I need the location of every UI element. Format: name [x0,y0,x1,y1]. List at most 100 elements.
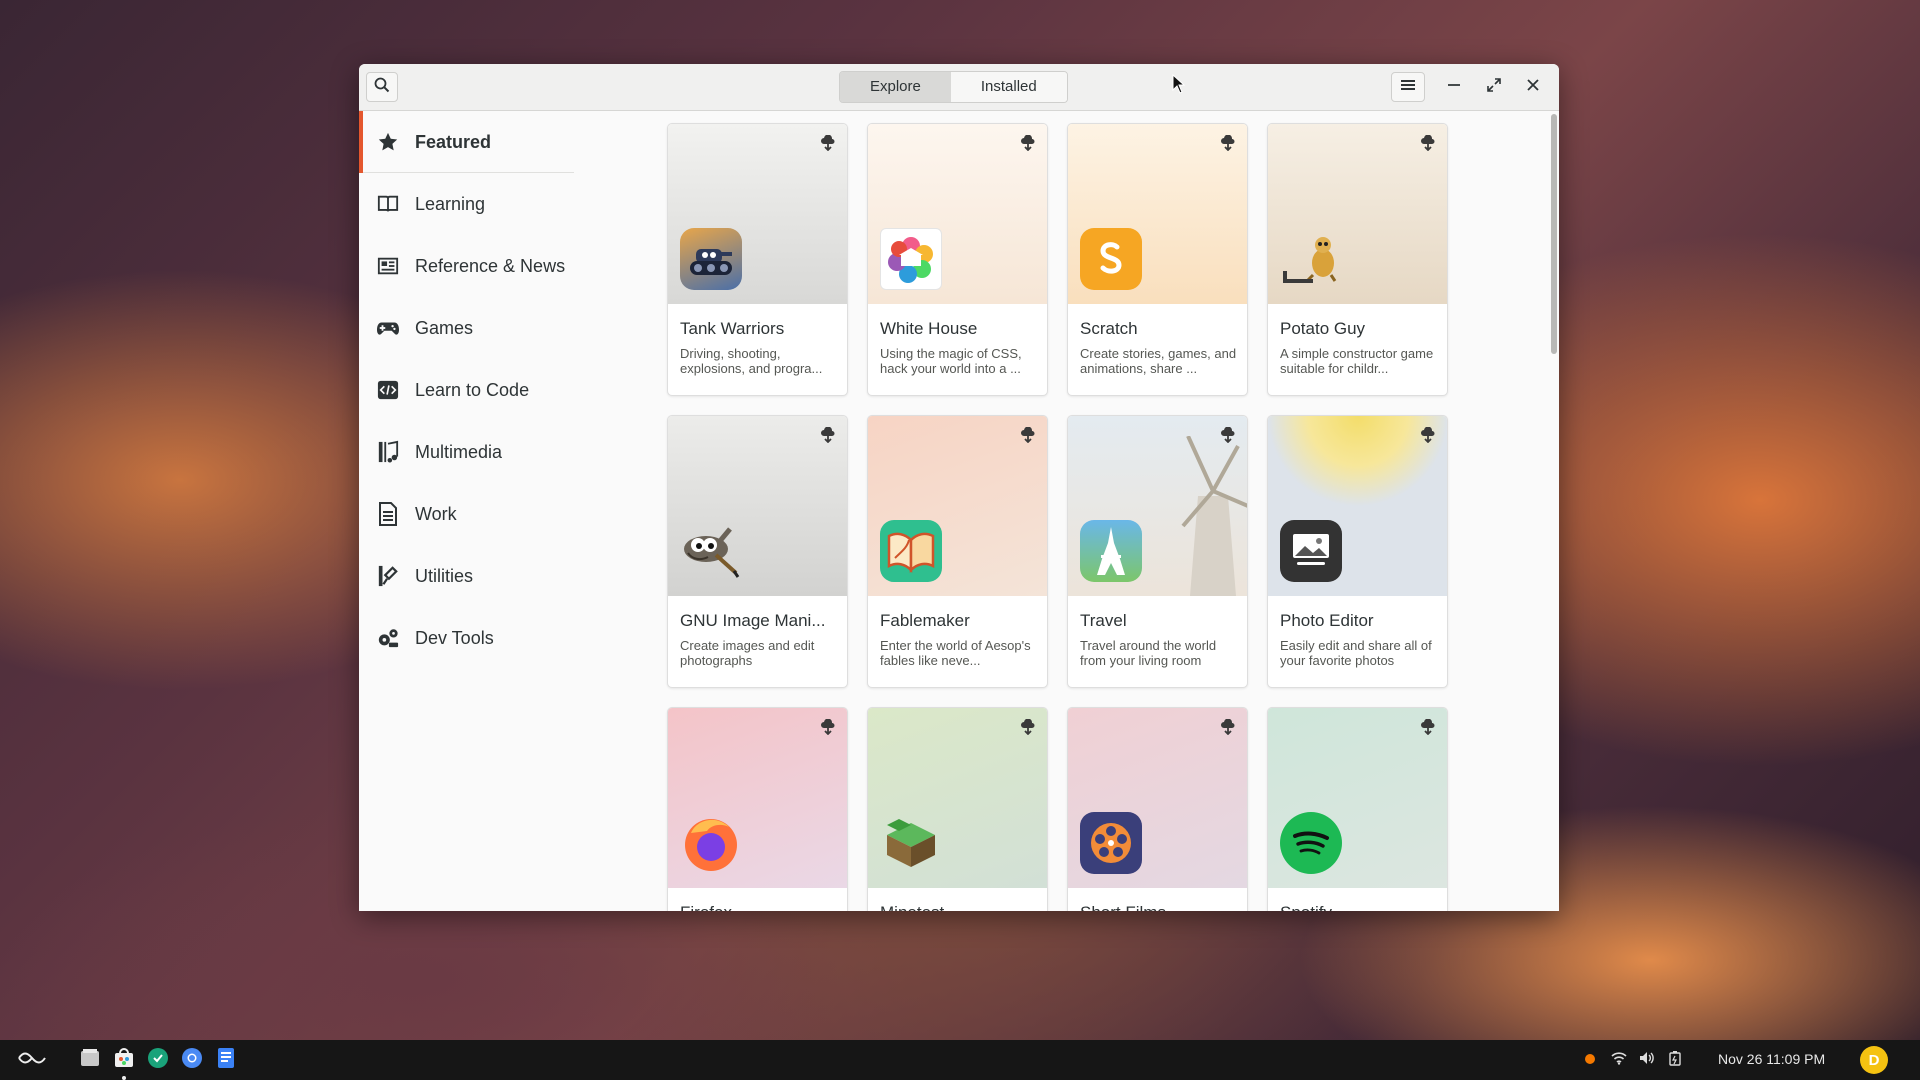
volume-indicator[interactable] [1637,1048,1657,1072]
download-icon[interactable] [1219,718,1237,736]
gamepad-icon [375,315,401,341]
volume-icon [1639,1051,1655,1070]
wifi-indicator[interactable] [1609,1048,1629,1072]
scrollbar[interactable] [1551,114,1557,354]
featured-apps-grid: Tank Warriors Driving, shooting, explosi… [574,111,1549,911]
running-indicator [122,1076,126,1080]
app-card-minetest[interactable]: Minetest [867,707,1048,911]
app-card-photo-editor[interactable]: Photo Editor Easily edit and share all o… [1267,415,1448,688]
download-icon[interactable] [1419,134,1437,152]
eiffel-tower-icon [1080,520,1142,582]
search-button[interactable] [366,72,398,102]
photo-editor-icon [1280,520,1342,582]
launcher-button[interactable] [16,1048,48,1072]
app-card-potato-guy[interactable]: Potato Guy A simple constructor game sui… [1267,123,1448,396]
music-icon [375,439,401,465]
download-icon[interactable] [1019,134,1037,152]
taskbar-chromium[interactable] [180,1047,204,1072]
close-icon [1526,78,1540,97]
minimize-button[interactable] [1440,73,1468,101]
gimp-icon [680,520,742,582]
app-card-travel[interactable]: Travel Travel around the world from your… [1067,415,1248,688]
sidebar-item-utilities[interactable]: Utilities [359,545,574,607]
app-card-short-films[interactable]: Short Films [1067,707,1248,911]
document-icon [375,501,401,527]
potato-guy-icon [1280,228,1342,290]
firefox-icon [680,812,742,874]
sidebar-item-learning[interactable]: Learning [359,173,574,235]
app-title: Photo Editor [1280,611,1374,630]
tools-icon [375,563,401,589]
app-center-icon [113,1047,135,1074]
app-card-tank-warriors[interactable]: Tank Warriors Driving, shooting, explosi… [667,123,848,396]
app-description: Create stories, games, and animations, s… [1080,346,1237,376]
user-avatar[interactable]: D [1860,1046,1888,1074]
app-title: Minetest [880,903,1040,911]
app-card-scratch[interactable]: Scratch Create stories, games, and anima… [1067,123,1248,396]
download-icon[interactable] [1419,718,1437,736]
app-title: Tank Warriors [680,319,785,338]
app-card-white-house[interactable]: White House Using the magic of CSS, hack… [867,123,1048,396]
sidebar-item-work[interactable]: Work [359,483,574,545]
download-icon[interactable] [819,426,837,444]
app-description: A simple constructor game suitable for c… [1280,346,1434,376]
download-icon[interactable] [1419,426,1437,444]
category-sidebar: Featured Learning Reference & News Games… [359,111,574,911]
minetest-icon [880,812,942,874]
tab-explore[interactable]: Explore [840,72,951,102]
notification-dot[interactable] [1584,1048,1596,1072]
sidebar-item-featured[interactable]: Featured [359,111,574,173]
newspaper-icon [375,253,401,279]
tab-installed[interactable]: Installed [950,72,1067,102]
taskbar-files[interactable] [78,1048,102,1072]
app-title: Spotify [1280,903,1440,911]
taskbar-document-app[interactable] [214,1047,238,1074]
endless-logo-icon [17,1050,47,1071]
app-title: Travel [1080,611,1127,630]
book-icon [375,191,401,217]
maximize-button[interactable] [1480,73,1508,101]
taskbar: Nov 26 11:09 PM D [0,1040,1920,1080]
spotify-icon [1280,812,1342,874]
app-card-gimp[interactable]: GNU Image Mani... Create images and edit… [667,415,848,688]
files-icon [79,1047,101,1074]
menu-button[interactable] [1391,72,1425,102]
download-icon[interactable] [1019,718,1037,736]
sidebar-item-learn-to-code[interactable]: Learn to Code [359,359,574,421]
wifi-icon [1611,1051,1627,1070]
app-card-fablemaker[interactable]: Fablemaker Enter the world of Aesop's fa… [867,415,1048,688]
app-description: Easily edit and share all of your favori… [1280,638,1432,668]
sidebar-item-games[interactable]: Games [359,297,574,359]
clock[interactable]: Nov 26 11:09 PM [1718,1051,1825,1067]
search-icon [374,77,390,98]
scratch-icon [1080,228,1142,290]
app-description: Travel around the world from your living… [1080,638,1217,668]
app-title: Fablemaker [880,611,970,630]
code-icon [375,377,401,403]
minimize-icon [1447,78,1461,97]
view-switcher: Explore Installed [839,71,1068,103]
download-icon[interactable] [819,718,837,736]
mouse-cursor-icon [1172,73,1186,99]
battery-indicator[interactable] [1665,1048,1685,1072]
sidebar-item-dev-tools[interactable]: Dev Tools [359,607,574,669]
app-description: Create images and edit photographs [680,638,815,668]
app-title: Firefox [680,903,840,911]
download-icon[interactable] [819,134,837,152]
app-description: Enter the world of Aesop's fables like n… [880,638,1031,668]
app-card-firefox[interactable]: Firefox [667,707,848,911]
document-app-icon [216,1047,236,1074]
app-card-spotify[interactable]: Spotify [1267,707,1448,911]
app-title: Short Films [1080,903,1240,911]
download-icon[interactable] [1219,134,1237,152]
app-description: Driving, shooting, explosions, and progr… [680,346,823,376]
star-icon [375,129,401,155]
download-icon[interactable] [1019,426,1037,444]
app-title: Scratch [1080,319,1138,338]
close-button[interactable] [1519,73,1547,101]
taskbar-app[interactable] [146,1047,170,1074]
taskbar-app-center[interactable] [112,1047,136,1080]
sidebar-item-reference-news[interactable]: Reference & News [359,235,574,297]
app-icon [147,1047,169,1074]
sidebar-item-multimedia[interactable]: Multimedia [359,421,574,483]
